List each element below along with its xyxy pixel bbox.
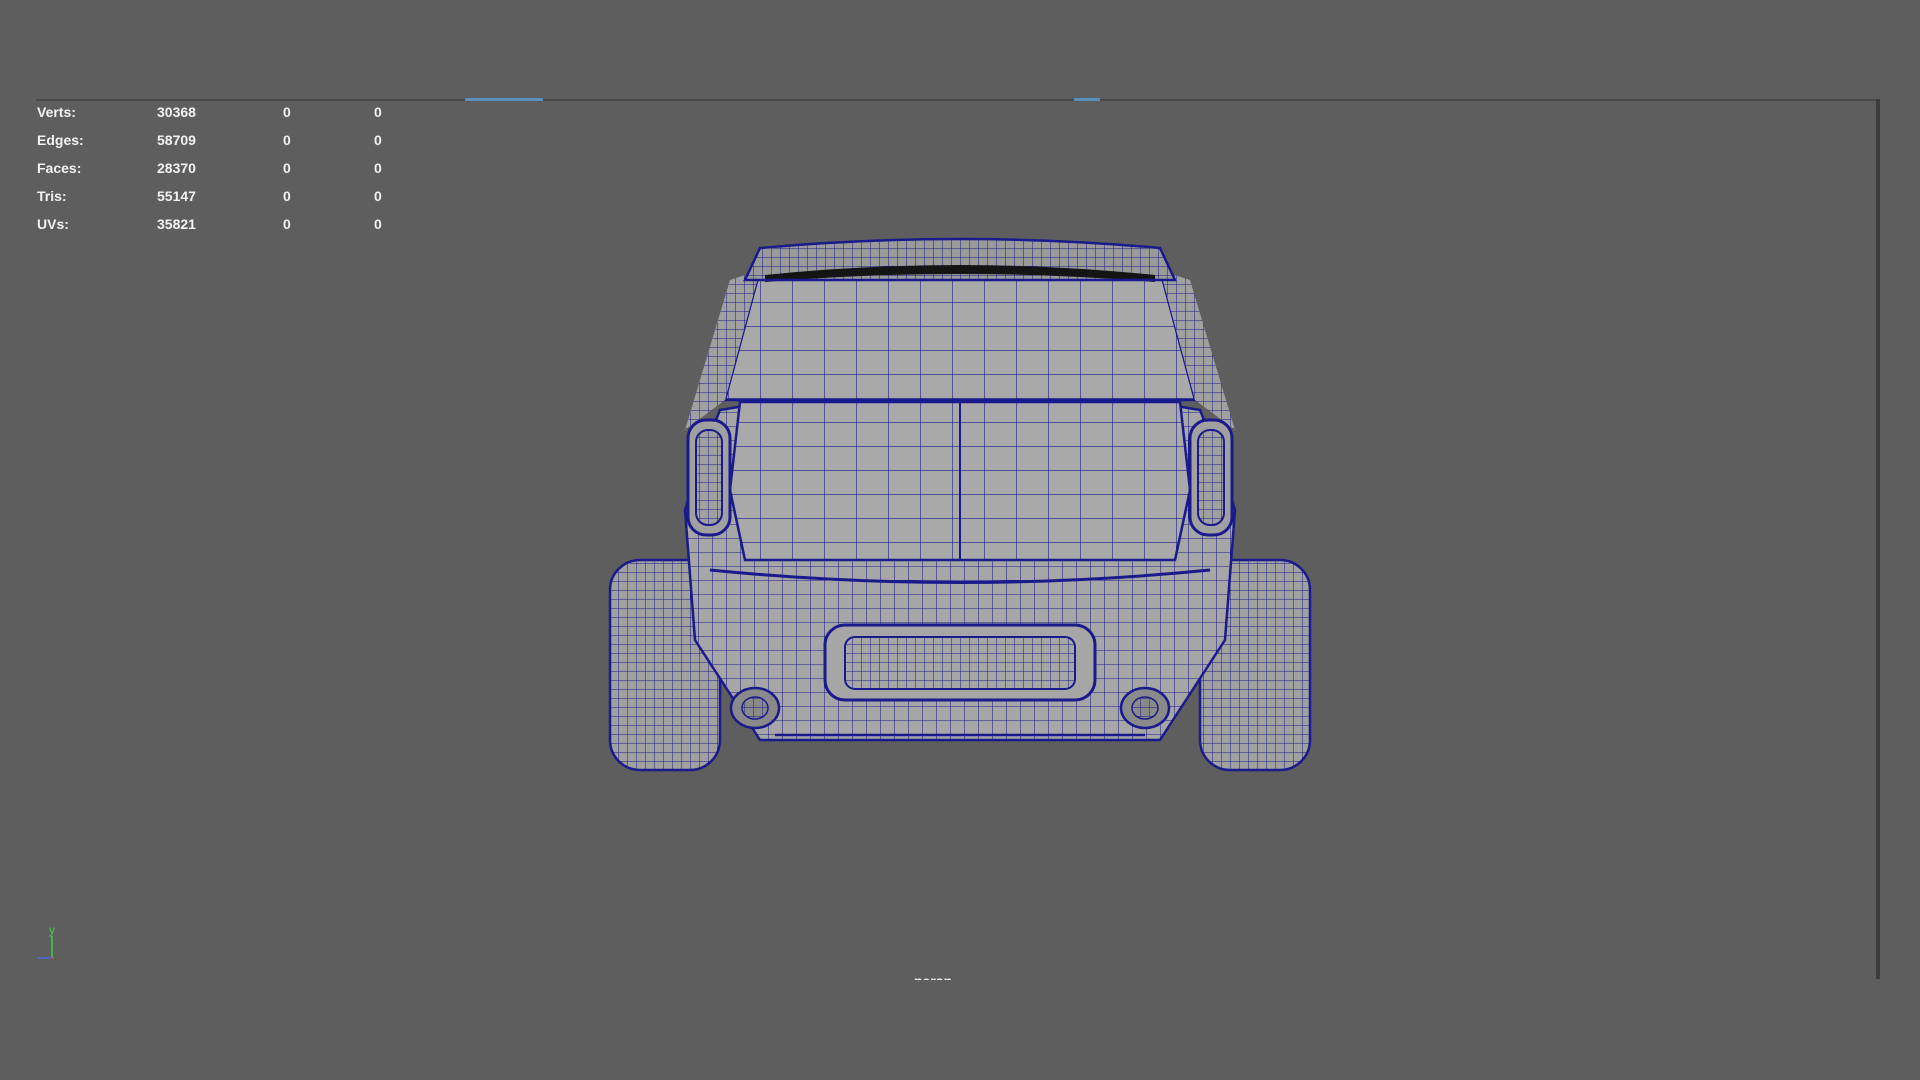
- camera-name-label: persp: [914, 970, 952, 980]
- hud-label: Verts:: [37, 104, 76, 120]
- hud-label: Edges:: [37, 132, 84, 148]
- rear-window: [723, 268, 1197, 402]
- axis-gizmo-icon: y: [38, 923, 55, 959]
- viewport-right-border: [1876, 99, 1880, 979]
- hud-value: 0: [283, 104, 291, 120]
- hud-value: 55147: [157, 188, 196, 204]
- hud-label: Tris:: [37, 188, 67, 204]
- hud-value: 0: [374, 132, 382, 148]
- viewport-top-border: [36, 99, 1880, 101]
- hud-value: 0: [374, 160, 382, 176]
- hud-value: 28370: [157, 160, 196, 176]
- hud-value: 0: [283, 216, 291, 232]
- hud-value: 35821: [157, 216, 196, 232]
- viewport-toolbar-highlight-2: [1074, 98, 1100, 101]
- hud-value: 0: [283, 132, 291, 148]
- hud-label: Faces:: [37, 160, 82, 176]
- car-wireframe-model[interactable]: [600, 230, 1320, 810]
- hud-value: 0: [374, 104, 382, 120]
- hud-value: 58709: [157, 132, 196, 148]
- hud-value: 0: [283, 160, 291, 176]
- hud-label: UVs:: [37, 216, 69, 232]
- license-plate-recess: [823, 623, 1097, 702]
- viewport-toolbar-highlight: [465, 98, 543, 101]
- roof-spoiler: [743, 237, 1177, 282]
- hud-value: 0: [374, 188, 382, 204]
- axis-y-label: y: [49, 923, 55, 937]
- hud-value: 0: [374, 216, 382, 232]
- hud-value: 0: [283, 188, 291, 204]
- hud-value: 30368: [157, 104, 196, 120]
- tailgate-panel: [728, 400, 1192, 562]
